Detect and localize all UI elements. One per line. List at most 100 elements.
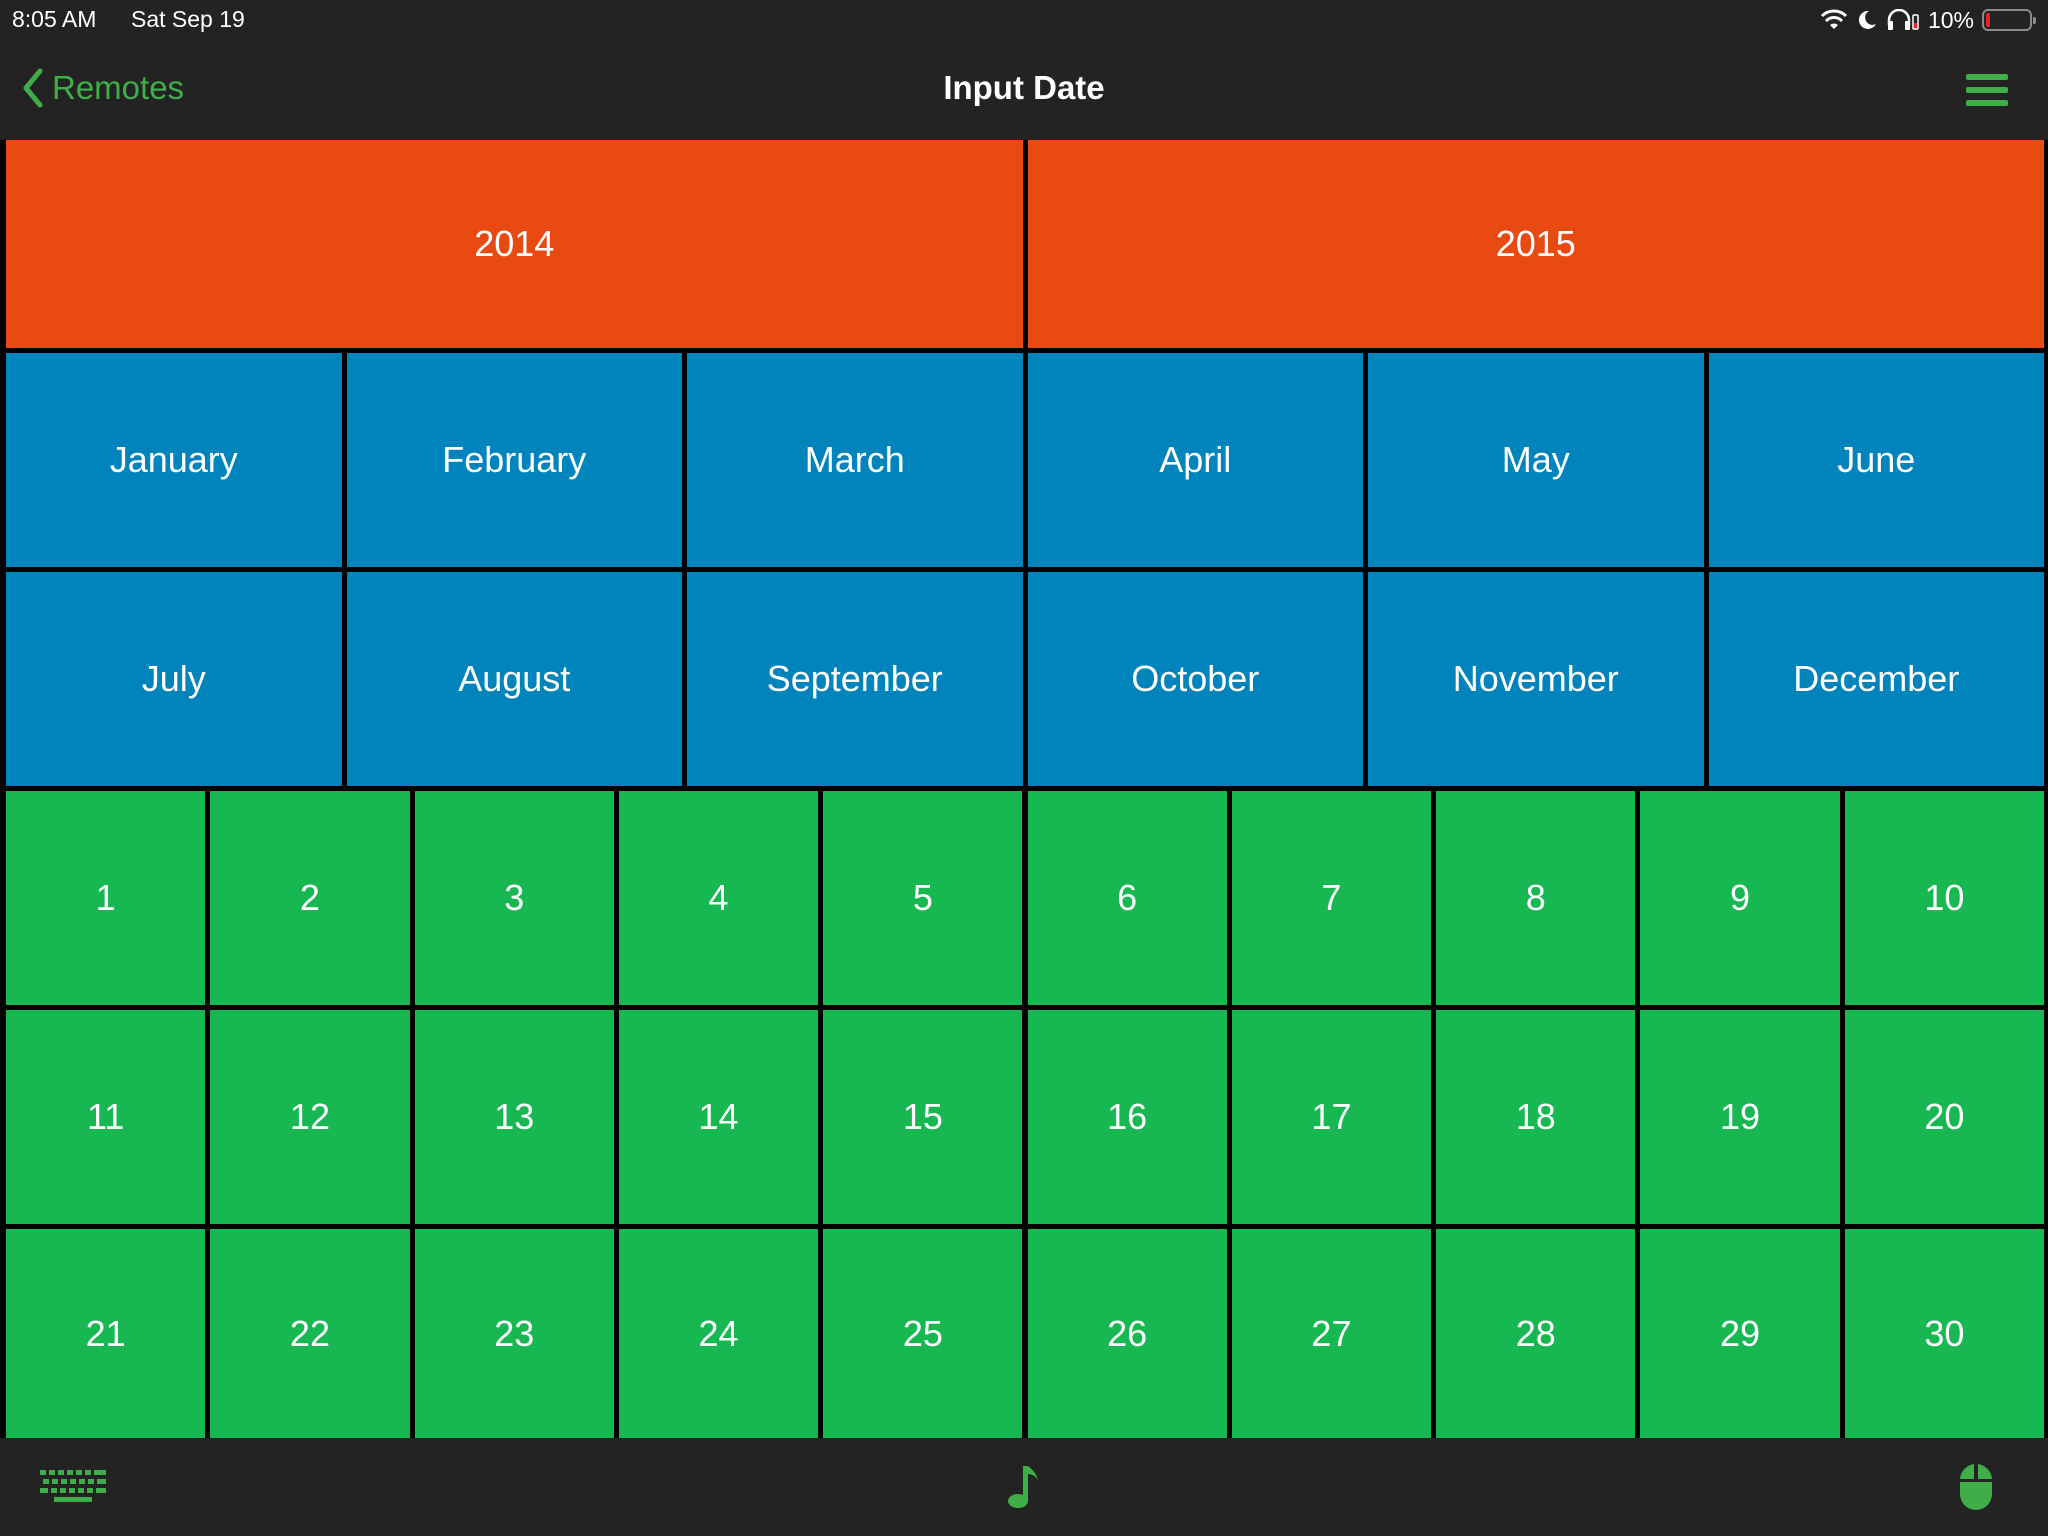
battery-fill <box>1986 13 1990 27</box>
month-label: November <box>1452 658 1619 699</box>
keyboard-icon[interactable] <box>40 1468 106 1509</box>
day-label: 23 <box>494 1312 535 1354</box>
day-label: 11 <box>86 1096 125 1137</box>
day-button-15[interactable]: 15 <box>823 1010 1023 1224</box>
month-label: April <box>1159 439 1232 480</box>
day-button-16[interactable]: 16 <box>1027 1010 1227 1224</box>
status-date: Sat Sep 19 <box>131 6 245 32</box>
day-label: 20 <box>1924 1096 1965 1137</box>
month-button-july[interactable]: July <box>6 572 342 786</box>
day-label: 15 <box>902 1096 943 1137</box>
day-button-5[interactable]: 5 <box>823 791 1023 1005</box>
day-label: 24 <box>698 1312 739 1354</box>
day-label: 21 <box>85 1312 126 1354</box>
day-button-9[interactable]: 9 <box>1640 791 1840 1005</box>
day-label: 9 <box>1730 877 1751 918</box>
day-button-24[interactable]: 24 <box>618 1229 819 1438</box>
month-button-december[interactable]: December <box>1708 572 2044 786</box>
day-button-27[interactable]: 27 <box>1231 1229 1432 1438</box>
month-button-september[interactable]: September <box>687 572 1023 786</box>
day-button-13[interactable]: 13 <box>414 1010 614 1224</box>
day-button-14[interactable]: 14 <box>618 1010 819 1224</box>
day-label: 7 <box>1321 877 1342 918</box>
bottom-bar <box>0 1438 2048 1536</box>
status-bar: 8:05 AM Sat Sep 19 10% <box>0 0 2048 40</box>
month-button-february[interactable]: February <box>346 353 682 567</box>
month-label: September <box>766 658 943 699</box>
day-button-21[interactable]: 21 <box>6 1229 206 1438</box>
day-label: 6 <box>1117 877 1138 918</box>
app-screen: 8:05 AM Sat Sep 19 10% Remotes Input Dat… <box>0 0 2048 1536</box>
day-button-3[interactable]: 3 <box>414 791 614 1005</box>
day-button-1[interactable]: 1 <box>6 791 206 1005</box>
hamburger-menu-icon[interactable] <box>1966 72 2008 108</box>
day-label: 5 <box>912 877 933 918</box>
year-label: 2015 <box>1495 223 1576 264</box>
day-label: 4 <box>708 877 729 918</box>
day-button-17[interactable]: 17 <box>1231 1010 1432 1224</box>
month-button-june[interactable]: June <box>1708 353 2044 567</box>
month-label: August <box>458 658 571 699</box>
day-button-6[interactable]: 6 <box>1027 791 1227 1005</box>
month-button-october[interactable]: October <box>1027 572 1363 786</box>
month-label: March <box>804 439 905 480</box>
day-label: 12 <box>289 1096 330 1137</box>
day-label: 27 <box>1311 1312 1352 1354</box>
day-button-19[interactable]: 19 <box>1640 1010 1840 1224</box>
status-icons: 10% <box>1820 4 2036 36</box>
day-button-30[interactable]: 30 <box>1844 1229 2044 1438</box>
year-button-2015[interactable]: 2015 <box>1027 140 2044 348</box>
status-time: 8:05 AM <box>12 6 97 32</box>
mouse-icon[interactable] <box>1958 1458 1994 1517</box>
moon-icon <box>1856 9 1878 31</box>
day-button-22[interactable]: 22 <box>210 1229 410 1438</box>
day-label: 2 <box>299 877 320 918</box>
day-button-11[interactable]: 11 <box>6 1010 206 1224</box>
day-button-10[interactable]: 10 <box>1844 791 2044 1005</box>
day-label: 28 <box>1515 1312 1556 1354</box>
day-label: 8 <box>1525 877 1546 918</box>
day-button-4[interactable]: 4 <box>618 791 819 1005</box>
day-label: 18 <box>1515 1096 1556 1137</box>
battery-icon <box>1982 9 2036 31</box>
day-button-26[interactable]: 26 <box>1027 1229 1227 1438</box>
day-label: 17 <box>1311 1096 1352 1137</box>
month-button-august[interactable]: August <box>346 572 682 786</box>
day-button-18[interactable]: 18 <box>1436 1010 1636 1224</box>
year-label: 2014 <box>474 223 555 264</box>
month-label: June <box>1837 439 1916 480</box>
day-label: 30 <box>1924 1312 1965 1354</box>
day-label: 26 <box>1107 1312 1148 1354</box>
day-label: 3 <box>504 877 525 918</box>
day-button-7[interactable]: 7 <box>1231 791 1432 1005</box>
music-note-icon[interactable] <box>1006 1464 1042 1515</box>
month-button-november[interactable]: November <box>1368 572 1704 786</box>
headphones-icon <box>1886 9 1920 31</box>
month-button-may[interactable]: May <box>1368 353 1704 567</box>
month-button-march[interactable]: March <box>687 353 1023 567</box>
month-label: January <box>109 439 238 480</box>
day-label: 1 <box>95 877 116 918</box>
month-label: December <box>1793 658 1960 699</box>
day-button-8[interactable]: 8 <box>1436 791 1636 1005</box>
day-button-25[interactable]: 25 <box>823 1229 1023 1438</box>
day-button-29[interactable]: 29 <box>1640 1229 1840 1438</box>
day-label: 25 <box>902 1312 943 1354</box>
day-button-23[interactable]: 23 <box>414 1229 614 1438</box>
month-label: February <box>442 439 587 480</box>
day-button-2[interactable]: 2 <box>210 791 410 1005</box>
nav-bar: Remotes Input Date <box>0 40 2048 140</box>
month-button-april[interactable]: April <box>1027 353 1363 567</box>
day-label: 13 <box>494 1096 535 1137</box>
day-label: 19 <box>1720 1096 1761 1137</box>
month-button-january[interactable]: January <box>6 353 342 567</box>
day-button-20[interactable]: 20 <box>1844 1010 2044 1224</box>
day-label: 16 <box>1107 1096 1148 1137</box>
date-grid: 2014 2015 January February March April May June… <box>6 140 2044 1438</box>
day-button-12[interactable]: 12 <box>210 1010 410 1224</box>
year-button-2014[interactable]: 2014 <box>6 140 1023 348</box>
day-label: 10 <box>1924 877 1965 918</box>
month-label: October <box>1131 658 1260 699</box>
wifi-icon <box>1820 9 1848 31</box>
day-button-28[interactable]: 28 <box>1436 1229 1636 1438</box>
